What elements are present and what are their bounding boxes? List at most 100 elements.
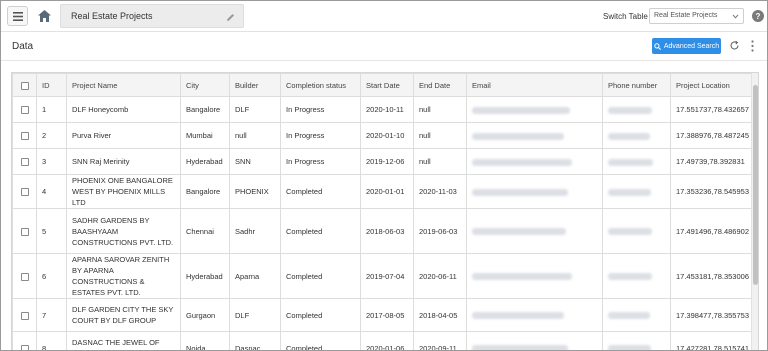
cell-builder: Sadhr: [229, 208, 281, 254]
cell-status: Completed: [280, 208, 361, 254]
row-checkbox[interactable]: [20, 106, 29, 115]
cell-start-date: 2019-07-04: [360, 253, 414, 299]
redacted-email: [472, 312, 564, 320]
top-bar: Real Estate Projects Switch Table Real E…: [1, 1, 767, 32]
redacted-phone: [608, 312, 650, 320]
page-title: Data: [12, 41, 34, 52]
cell-id: 8: [36, 331, 67, 350]
table-row[interactable]: 6 APARNA SAROVAR ZENITH BY APARNA CONSTR…: [12, 253, 753, 299]
cell-location: 17.453181,78.353006: [670, 253, 753, 299]
table-title: Real Estate Projects: [71, 11, 153, 21]
row-checkbox[interactable]: [20, 132, 29, 141]
cell-start-date: 2020-01-01: [360, 174, 414, 209]
cell-phone: [602, 122, 671, 149]
cell-builder: DLF: [229, 298, 281, 332]
redacted-phone: [608, 188, 651, 196]
column-header[interactable]: Builder: [229, 73, 281, 97]
row-checkbox[interactable]: [20, 344, 29, 350]
cell-email: [466, 174, 603, 209]
cell-start-date: 2020-01-10: [360, 122, 414, 149]
more-options-icon[interactable]: [750, 40, 755, 52]
redacted-phone: [608, 158, 653, 166]
cell-project-name: DLF Honeycomb: [66, 96, 181, 123]
table-row[interactable]: 4 PHOENIX ONE BANGALORE WEST BY PHOENIX …: [12, 174, 753, 209]
help-icon[interactable]: ?: [752, 10, 764, 22]
table-row[interactable]: 3 SNN Raj Merinity Hyderabad SNN In Prog…: [12, 148, 753, 175]
cell-end-date: 2020-09-11: [413, 331, 467, 350]
cell-id: 1: [36, 96, 67, 123]
cell-city: Hyderabad: [180, 253, 230, 299]
table-row[interactable]: 7 DLF GARDEN CITY THE SKY COURT BY DLF G…: [12, 298, 753, 332]
table-row[interactable]: 5 SADHR GARDENS BY BAASHYAAM CONSTRUCTIO…: [12, 208, 753, 254]
cell-city: Gurgaon: [180, 298, 230, 332]
cell-builder: Aparna: [229, 253, 281, 299]
row-select-cell: [12, 148, 37, 175]
cell-builder: SNN: [229, 148, 281, 175]
hamburger-icon: [12, 11, 23, 21]
cell-status: In Progress: [280, 148, 361, 175]
cell-phone: [602, 148, 671, 175]
column-header[interactable]: Project Location: [670, 73, 753, 97]
cell-city: Noida: [180, 331, 230, 350]
cell-email: [466, 96, 603, 123]
column-header[interactable]: End Date: [413, 73, 467, 97]
select-all-checkbox[interactable]: [20, 81, 29, 90]
column-header[interactable]: Start Date: [360, 73, 414, 97]
cell-city: Mumbai: [180, 122, 230, 149]
data-table: ID Project Name City Builder Completion …: [12, 73, 753, 350]
cell-location: 17.388976,78.487245: [670, 122, 753, 149]
cell-start-date: 2019-12-06: [360, 148, 414, 175]
row-checkbox[interactable]: [20, 227, 29, 236]
cell-email: [466, 298, 603, 332]
cell-status: Completed: [280, 331, 361, 350]
cell-phone: [602, 298, 671, 332]
row-checkbox[interactable]: [20, 311, 29, 320]
advanced-search-button[interactable]: Advanced Search: [652, 38, 721, 54]
cell-location: 17.427281,78.515741: [670, 331, 753, 350]
table-row[interactable]: 8 DASNAC THE JEWEL OF NOIDA BY DASNAC No…: [12, 331, 753, 350]
redacted-phone: [608, 345, 651, 350]
column-header[interactable]: ID: [36, 73, 67, 97]
table-title-tab[interactable]: Real Estate Projects: [60, 4, 244, 28]
edit-pencil-icon[interactable]: [226, 13, 235, 22]
refresh-icon[interactable]: [729, 40, 740, 51]
row-checkbox[interactable]: [20, 188, 29, 197]
cell-start-date: 2020-01-06: [360, 331, 414, 350]
cell-status: In Progress: [280, 96, 361, 123]
cell-project-name: Purva River: [66, 122, 181, 149]
column-header[interactable]: Phone number: [602, 73, 671, 97]
redacted-email: [472, 188, 568, 196]
cell-location: 17.491496,78.486902: [670, 208, 753, 254]
row-select-cell: [12, 253, 37, 299]
row-checkbox[interactable]: [20, 272, 29, 281]
column-header[interactable]: City: [180, 73, 230, 97]
cell-start-date: 2017-08-05: [360, 298, 414, 332]
redacted-email: [472, 132, 564, 140]
switch-table-select[interactable]: Real Estate Projects: [649, 8, 744, 24]
cell-id: 5: [36, 208, 67, 254]
cell-end-date: 2020-06-11: [413, 253, 467, 299]
cell-email: [466, 253, 603, 299]
cell-builder: null: [229, 122, 281, 149]
home-button[interactable]: [35, 7, 53, 25]
row-checkbox[interactable]: [20, 158, 29, 167]
data-table-container: ID Project Name City Builder Completion …: [11, 72, 759, 350]
table-scrollbar[interactable]: [751, 73, 758, 350]
table-row[interactable]: 2 Purva River Mumbai null In Progress 20…: [12, 122, 753, 149]
cell-phone: [602, 253, 671, 299]
menu-button[interactable]: [7, 6, 28, 26]
column-header[interactable]: Email: [466, 73, 603, 97]
cell-project-name: APARNA SAROVAR ZENITH BY APARNA CONSTRUC…: [66, 253, 181, 299]
column-header[interactable]: Project Name: [66, 73, 181, 97]
cell-status: Completed: [280, 253, 361, 299]
chevron-down-icon: [732, 14, 739, 19]
search-icon: [654, 42, 661, 50]
select-all-cell: [12, 73, 37, 97]
cell-builder: PHOENIX: [229, 174, 281, 209]
row-select-cell: [12, 96, 37, 123]
row-select-cell: [12, 174, 37, 209]
cell-end-date: null: [413, 122, 467, 149]
table-row[interactable]: 1 DLF Honeycomb Bangalore DLF In Progres…: [12, 96, 753, 123]
column-header[interactable]: Completion status: [280, 73, 361, 97]
scrollbar-thumb[interactable]: [753, 85, 758, 285]
